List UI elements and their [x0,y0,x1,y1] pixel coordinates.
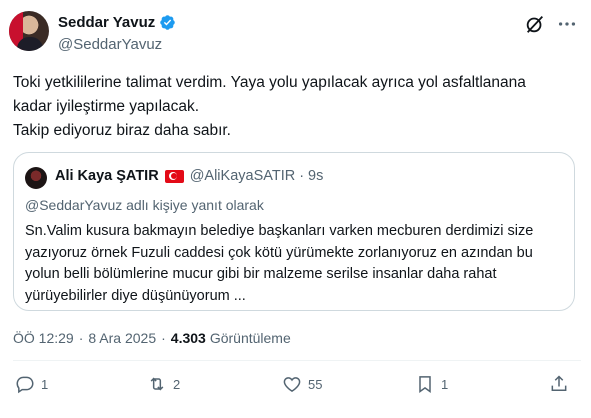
meta-separator: · [78,330,84,346]
quoted-text-line: yolun belli bölümlerine mucur gibi bir m… [25,266,497,282]
quoted-tweet-card[interactable]: Ali Kaya ŞATIR @AliKayaSATIR · 9s @Sedda… [13,152,575,311]
share-icon [551,375,567,391]
retweet-button[interactable]: 2 [147,374,180,394]
bookmark-button[interactable]: 1 [415,374,448,394]
tweet-text-line: Takip ediyoruz biraz daha sabır. [13,122,231,139]
reply-count: 1 [41,376,49,392]
avatar-figure [17,37,43,51]
author-name-row: Seddar Yavuz [58,14,176,31]
quoted-separator: · [299,168,305,184]
tweet-text-line: Toki yetkililerine talimat verdim. Yaya … [13,74,526,91]
tweet-meta: ÖÖ 12:29 · 8 Ara 2025 · 4.303 Görüntülem… [13,330,291,346]
tweet-time[interactable]: ÖÖ 12:29 [13,330,74,346]
divider [13,360,581,361]
quoted-text-line: Sn.Valim kusura bakmayın belediye başkan… [25,223,534,239]
author-display-name[interactable]: Seddar Yavuz [58,14,155,31]
turkey-flag-icon [164,169,184,183]
reply-context: @SeddarYavuz adlı kişiye yanıt olarak [25,197,264,213]
quoted-text-line: yürüyebilirler diye düşünüyorum ... [25,287,246,304]
share-button[interactable] [549,374,569,394]
retweet-count: 2 [173,376,181,392]
reply-icon [16,376,34,394]
quoted-avatar[interactable] [25,167,47,189]
tweet-text-line: kadar iyileştirme yapılacak. [13,98,200,115]
tweet-date[interactable]: 8 Ara 2025 [88,330,156,346]
bookmark-count: 1 [441,376,449,392]
tweet: Seddar Yavuz @SeddarYavuz Toki yetkilile… [0,0,591,418]
quoted-handle[interactable]: @AliKayaSATIR [190,168,296,184]
grok-icon[interactable] [524,13,546,35]
quoted-text-line: yazıyoruz örnek Fuzuli caddesi çok kötü … [25,244,533,261]
more-icon[interactable] [556,13,578,35]
quoted-timestamp[interactable]: 9s [308,168,323,184]
heart-icon [283,377,301,392]
quoted-display-name[interactable]: Ali Kaya ŞATIR [55,168,159,184]
meta-separator: · [161,330,166,346]
quoted-text: Sn.Valim kusura bakmayın belediye başkan… [25,221,570,307]
views-count: 4.303 [170,330,206,346]
quoted-header: Ali Kaya ŞATIR @AliKayaSATIR · 9s [55,168,323,184]
tweet-text: Toki yetkililerine talimat verdim. Yaya … [13,71,583,143]
avatar[interactable] [9,11,49,51]
bookmark-icon [419,376,431,393]
like-count: 55 [308,376,323,392]
reply-button[interactable]: 1 [15,374,48,394]
author-handle[interactable]: @SeddarYavuz [58,36,162,53]
retweet-icon [150,377,164,391]
verified-badge-icon [160,15,176,30]
like-button[interactable]: 55 [282,374,322,394]
views-label: Görüntüleme [209,330,291,346]
